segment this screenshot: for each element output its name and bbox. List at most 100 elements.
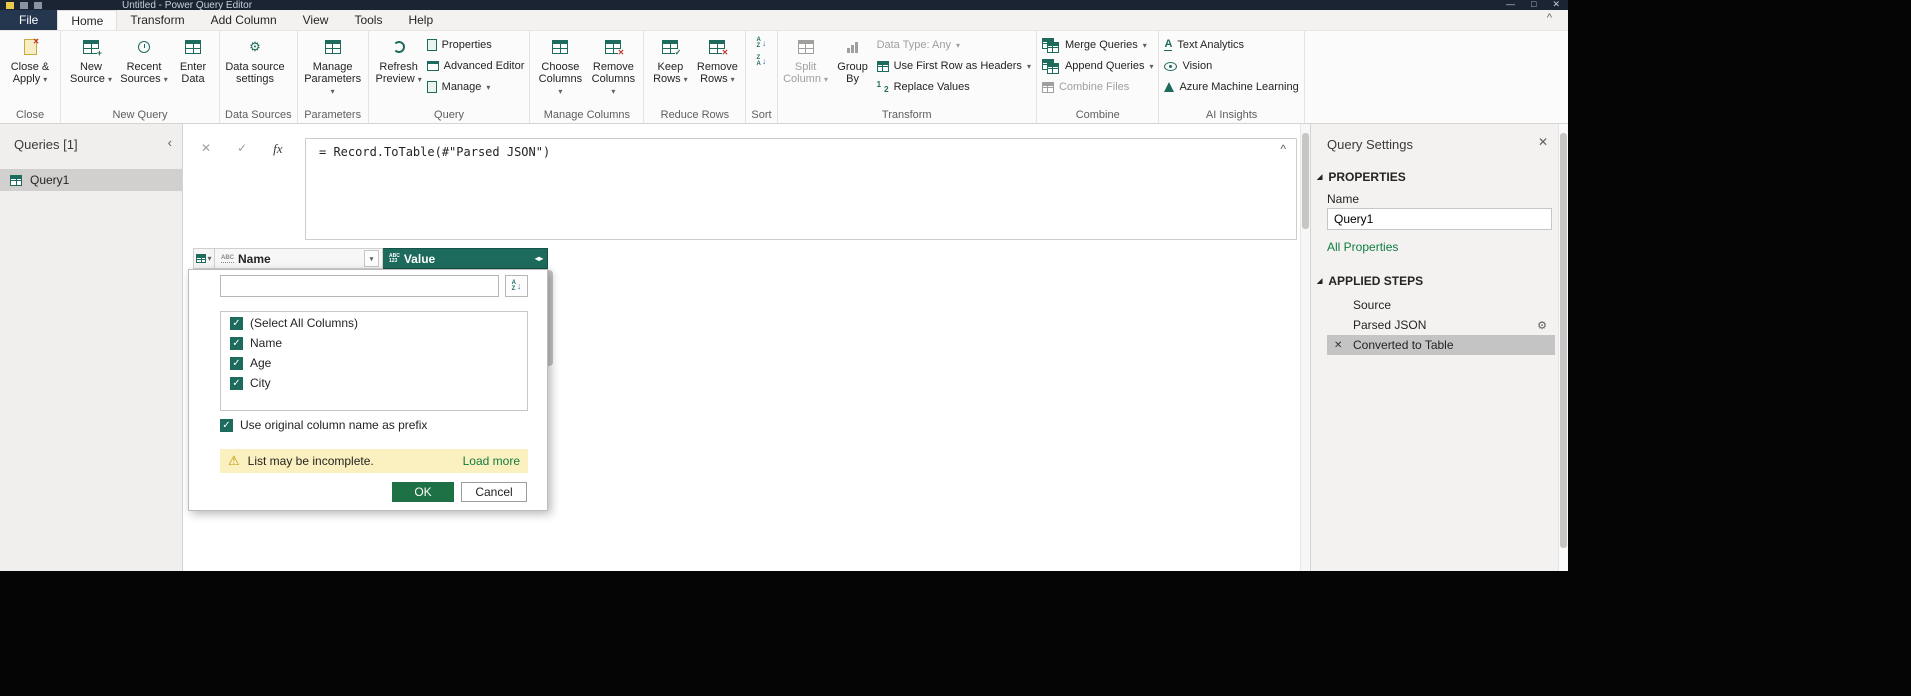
step-parsed-json[interactable]: Parsed JSON ⚙ (1327, 315, 1555, 335)
sort-za-icon: ZA (756, 55, 761, 67)
filter-item-city[interactable]: ✓ City (221, 373, 527, 393)
tab-tools[interactable]: Tools (341, 10, 395, 30)
remove-columns-button[interactable]: Remove Columns ▾ (588, 32, 638, 98)
caret-down-icon: ▾ (43, 75, 48, 84)
vision-button[interactable]: Vision (1164, 59, 1298, 73)
choose-columns-icon (552, 36, 569, 58)
load-more-link[interactable]: Load more (463, 454, 520, 468)
filter-search-input[interactable] (220, 275, 499, 297)
formula-bar-collapse-icon[interactable]: ^ (1280, 142, 1286, 156)
collapse-queries-pane-icon[interactable]: ‹ (168, 135, 172, 150)
column-type-text-icon[interactable]: ABC (221, 255, 234, 263)
remove-rows-button[interactable]: Remove Rows ▾ (694, 32, 740, 86)
ribbon-group-sort: AZ ↓ ZA ↓ Sort (746, 31, 778, 123)
formula-text[interactable]: = Record.ToTable(#"Parsed JSON") (319, 145, 550, 159)
properties-section-header[interactable]: ◢ PROPERTIES (1317, 170, 1406, 184)
tab-transform[interactable]: Transform (117, 10, 197, 30)
all-properties-link[interactable]: All Properties (1327, 240, 1398, 254)
settings-vertical-scrollbar[interactable] (1558, 124, 1568, 571)
prefix-option[interactable]: ✓ Use original column name as prefix (220, 418, 427, 432)
data-type-button[interactable]: Data Type: Any ▾ (877, 38, 1031, 52)
checkbox-checked[interactable]: ✓ (220, 418, 233, 432)
step-settings-gear-icon[interactable]: ⚙ (1537, 319, 1547, 332)
advanced-editor-button[interactable]: Advanced Editor (426, 59, 524, 73)
column-header-name[interactable]: ABC Name ▾ (215, 248, 383, 269)
text-analytics-button[interactable]: A Text Analytics (1164, 38, 1298, 52)
column-name-label: Name (238, 251, 271, 266)
checkbox-checked[interactable]: ✓ (230, 316, 243, 330)
checkbox-checked[interactable]: ✓ (230, 356, 243, 370)
combine-files-button[interactable]: Combine Files (1041, 80, 1154, 94)
merge-queries-button[interactable]: Merge Queries ▾ (1041, 37, 1154, 53)
scrollbar-thumb[interactable] (1560, 133, 1567, 548)
query-name-input[interactable] (1327, 208, 1552, 230)
data-source-settings-button[interactable]: ⚙ Data source settings (225, 32, 285, 86)
column-header-value[interactable]: ABC 123 Value ◂▸ (383, 248, 548, 269)
group-by-button[interactable]: Group By (832, 32, 874, 85)
filter-sort-button[interactable]: AZ ↓ (505, 275, 528, 297)
step-source[interactable]: Source (1327, 295, 1555, 315)
keep-rows-button[interactable]: Keep Rows ▾ (649, 32, 691, 86)
formula-bar[interactable]: = Record.ToTable(#"Parsed JSON") ^ (305, 138, 1297, 240)
column-expand-icon[interactable]: ◂▸ (535, 254, 543, 263)
undo-icon[interactable] (34, 2, 42, 9)
tab-view[interactable]: View (290, 10, 342, 30)
grid-select-all-corner[interactable]: ▾ (193, 248, 215, 269)
group-label-manage-columns: Manage Columns (543, 109, 630, 121)
scrollbar-thumb[interactable] (1302, 133, 1309, 229)
group-label-transform: Transform (881, 109, 932, 121)
formula-commit-icon[interactable]: ✓ (237, 141, 247, 157)
ok-button[interactable]: OK (392, 482, 454, 502)
maximize-button[interactable]: □ (1531, 0, 1536, 10)
save-icon[interactable] (20, 2, 28, 9)
cancel-button[interactable]: Cancel (461, 482, 527, 502)
close-window-button[interactable]: ✕ (1552, 0, 1560, 10)
checkbox-checked[interactable]: ✓ (230, 376, 243, 390)
tab-home[interactable]: Home (57, 10, 118, 30)
ribbon-group-transform: Split Column ▾ Group By Data Type: Any ▾… (778, 31, 1037, 123)
tab-help[interactable]: Help (395, 10, 446, 30)
query-list-item-query1[interactable]: Query1 (0, 169, 182, 191)
column-type-any-icon[interactable]: ABC 123 (389, 253, 400, 264)
recent-sources-button[interactable]: Recent Sources ▾ (119, 32, 169, 86)
filter-item-select-all[interactable]: ✓ (Select All Columns) (221, 313, 527, 333)
close-settings-icon[interactable]: ✕ (1538, 135, 1548, 149)
remove-columns-icon (605, 36, 625, 58)
group-label-query: Query (434, 109, 464, 121)
queries-pane-header: Queries [1] (14, 137, 78, 152)
step-converted-to-table[interactable]: ✕ Converted to Table (1327, 335, 1555, 355)
replace-values-button[interactable]: 12 Replace Values (877, 80, 1031, 94)
applied-steps-section-header[interactable]: ◢ APPLIED STEPS (1317, 274, 1423, 288)
tab-file[interactable]: File (0, 10, 58, 30)
minimize-button[interactable]: — (1506, 0, 1515, 10)
use-first-row-as-headers-button[interactable]: Use First Row as Headers ▾ (876, 59, 1031, 73)
sort-ascending-button[interactable]: AZ ↓ (757, 37, 767, 49)
checkbox-checked[interactable]: ✓ (230, 336, 243, 350)
caret-down-icon: ▾ (730, 75, 735, 84)
manage-parameters-button[interactable]: Manage Parameters ▾ (303, 32, 363, 98)
split-column-button[interactable]: Split Column ▾ (783, 32, 829, 86)
manage-button[interactable]: Manage ▾ (426, 80, 525, 94)
editor-vertical-scrollbar[interactable] (1300, 124, 1310, 571)
formula-cancel-icon[interactable]: ✕ (201, 141, 211, 157)
properties-button[interactable]: Properties (426, 38, 525, 52)
azure-machine-learning-button[interactable]: Azure Machine Learning (1164, 80, 1299, 94)
new-source-button[interactable]: New Source ▾ (66, 32, 116, 86)
ribbon-group-query: Refresh Preview ▾ Properties Advanced Ed… (369, 31, 531, 123)
filter-item-name[interactable]: ✓ Name (221, 333, 527, 353)
tab-add-column[interactable]: Add Column (198, 10, 290, 30)
sort-az-icon: AZ ↓ (511, 280, 522, 292)
enter-data-button[interactable]: Enter Data (172, 32, 214, 85)
filter-item-age[interactable]: ✓ Age (221, 353, 527, 373)
sort-descending-button[interactable]: ZA ↓ (757, 55, 767, 67)
enter-data-icon (185, 36, 201, 58)
choose-columns-button[interactable]: Choose Columns ▾ (535, 32, 585, 98)
refresh-preview-button[interactable]: Refresh Preview ▾ (374, 32, 424, 86)
caret-down-icon: ▾ (683, 75, 688, 84)
delete-step-icon[interactable]: ✕ (1334, 340, 1342, 351)
append-queries-button[interactable]: Append Queries ▾ (1041, 58, 1153, 74)
close-and-apply-button[interactable]: Close & Apply ▾ (5, 32, 55, 86)
collapse-ribbon-icon[interactable]: ^ (1547, 12, 1552, 24)
column-filter-button[interactable]: ▾ (364, 250, 379, 267)
group-label-combine: Combine (1075, 109, 1120, 121)
